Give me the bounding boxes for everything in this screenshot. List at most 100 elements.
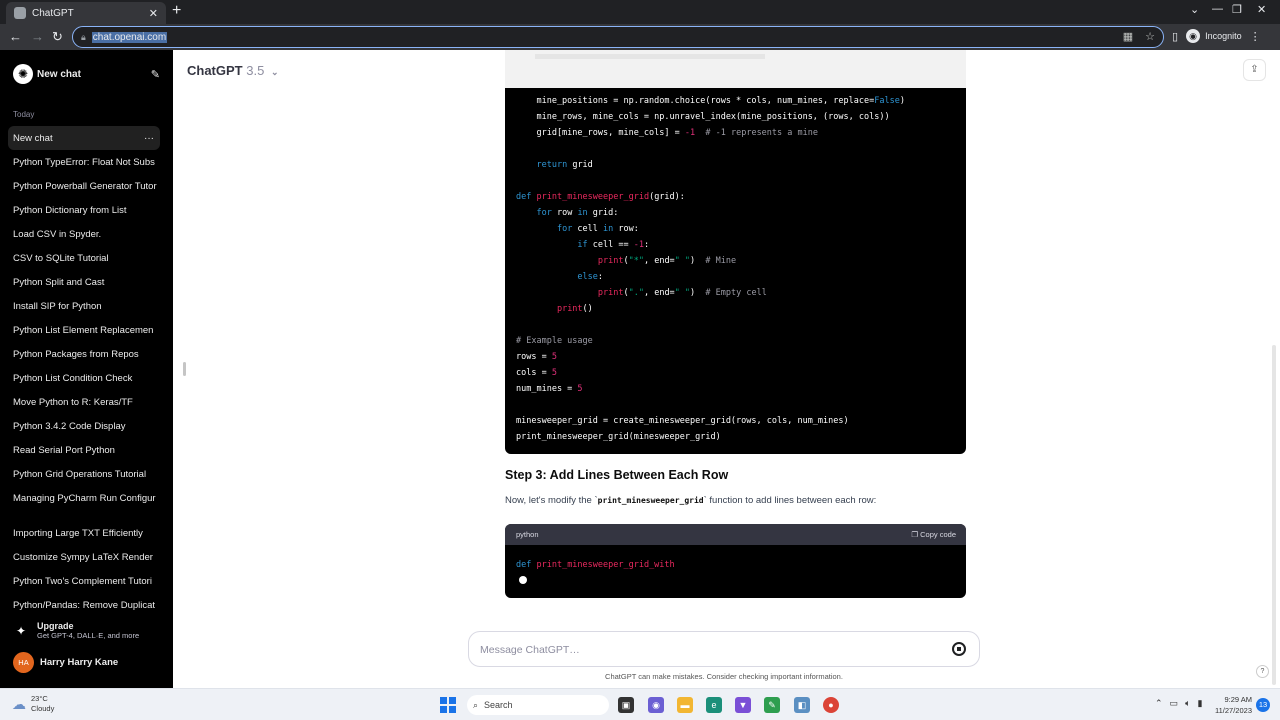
chat-item-label: New chat bbox=[13, 132, 53, 144]
search-icon: ⌕ bbox=[473, 699, 479, 710]
more-options-icon[interactable]: ··· bbox=[144, 133, 154, 144]
chat-item[interactable]: Python List Element Replacemen bbox=[8, 318, 160, 342]
chat-item[interactable]: Importing Large TXT Efficiently bbox=[8, 521, 160, 545]
chat-item[interactable]: Python TypeError: Float Not Subs bbox=[8, 150, 160, 174]
edge-browser-icon[interactable]: e bbox=[706, 697, 722, 713]
new-tab-button[interactable]: + bbox=[172, 3, 181, 19]
qr-code-icon[interactable]: ▦ bbox=[1123, 30, 1133, 43]
chat-item-label: Python Two's Complement Tutori bbox=[13, 575, 152, 587]
chat-item[interactable]: Python Packages from Repos bbox=[8, 342, 160, 366]
code-block: mine_positions = np.random.choice(rows *… bbox=[505, 50, 966, 454]
windows-start-icon[interactable] bbox=[440, 697, 456, 713]
chat-item-label: Python List Condition Check bbox=[13, 372, 133, 384]
chat-item[interactable]: Python Grid Operations Tutorial bbox=[8, 462, 160, 486]
app-icon-editor[interactable]: ◧ bbox=[794, 697, 810, 713]
system-tray: ⌃ ▭ 🔈︎ ▮ bbox=[1155, 698, 1202, 709]
cloud-icon: ☁ bbox=[12, 695, 26, 712]
upgrade-button[interactable]: ✦ Upgrade Get GPT-4, DALL·E, and more bbox=[13, 621, 139, 640]
back-icon[interactable]: ← bbox=[9, 29, 22, 45]
chevron-down-icon: ⌄ bbox=[270, 67, 279, 77]
address-bar[interactable]: 🔒︎ chat.openai.com ▦ ☆ bbox=[72, 26, 1164, 48]
app-icon-spreadsheet[interactable]: ✎ bbox=[764, 697, 780, 713]
chat-item-label: Python Packages from Repos bbox=[13, 348, 139, 360]
edit-icon[interactable]: ✎ bbox=[151, 68, 160, 81]
stop-generating-button[interactable] bbox=[952, 642, 966, 656]
forward-icon[interactable]: → bbox=[31, 29, 44, 45]
faded-message-area bbox=[505, 50, 966, 88]
chat-item[interactable]: Customize Sympy LaTeX Render bbox=[8, 545, 160, 569]
notification-badge[interactable]: 13 bbox=[1256, 698, 1270, 712]
disclaimer: ChatGPT can make mistakes. Consider chec… bbox=[605, 672, 843, 681]
step-heading: Step 3: Add Lines Between Each Row bbox=[505, 468, 729, 482]
close-tab-icon[interactable]: ✕ bbox=[149, 7, 158, 20]
model-version: 3.5 bbox=[246, 63, 265, 78]
chat-item[interactable]: Python 3.4.2 Code Display bbox=[8, 414, 160, 438]
taskbar-search[interactable]: ⌕ Search bbox=[467, 695, 609, 715]
bookmark-star-icon[interactable]: ☆ bbox=[1145, 30, 1155, 43]
openai-logo-icon: ✺ bbox=[13, 64, 33, 84]
chat-item-label: Install SIP for Python bbox=[13, 300, 102, 312]
reload-icon[interactable]: ↻ bbox=[52, 29, 63, 45]
tab-search-icon[interactable]: ⌄ bbox=[1190, 3, 1199, 16]
help-button[interactable]: ? bbox=[1256, 665, 1269, 678]
close-window-icon[interactable]: ✕ bbox=[1257, 3, 1266, 16]
chat-item[interactable]: Read Serial Port Python bbox=[8, 438, 160, 462]
chat-item[interactable]: Python Split and Cast bbox=[8, 270, 160, 294]
chat-item[interactable]: Load CSV in Spyder. bbox=[8, 222, 160, 246]
chat-item-label: Read Serial Port Python bbox=[13, 444, 115, 456]
maximize-icon[interactable]: ❐ bbox=[1232, 3, 1242, 16]
model-name: ChatGPT bbox=[187, 63, 243, 78]
minimize-icon[interactable]: — bbox=[1212, 3, 1223, 15]
message-composer[interactable] bbox=[468, 631, 980, 667]
chevron-up-icon[interactable]: ⌃ bbox=[1155, 698, 1163, 709]
task-view-icon[interactable]: ▣ bbox=[618, 697, 634, 713]
share-icon: ⇪ bbox=[1250, 64, 1259, 75]
para-text-before: Now, let's modify the ` bbox=[505, 495, 598, 506]
chat-item[interactable]: Python List Condition Check bbox=[8, 366, 160, 390]
network-icon[interactable]: ▭ bbox=[1170, 698, 1179, 709]
message-input[interactable] bbox=[480, 641, 920, 659]
windows-taskbar: ☁ 23°C Cloudy ⌕ Search ▣ ◉ ▬ e ▼ ✎ ◧ ● ⌃ … bbox=[0, 688, 1280, 720]
user-menu[interactable]: HA Harry Harry Kane bbox=[13, 652, 118, 673]
section-today: Today bbox=[13, 110, 35, 119]
incognito-indicator[interactable]: ◉ Incognito bbox=[1186, 29, 1242, 43]
sidebar: ✺ New chat ✎ Today New chat ··· Python Ty… bbox=[0, 50, 173, 688]
share-button[interactable]: ⇪ bbox=[1243, 59, 1266, 81]
weather-widget[interactable]: ☁ 23°C Cloudy bbox=[12, 694, 54, 714]
new-chat-button[interactable]: ✺ New chat ✎ bbox=[8, 60, 160, 88]
model-selector[interactable]: ChatGPT 3.5 ⌄ bbox=[187, 63, 279, 78]
clock[interactable]: 9:29 AM 11/27/2023 bbox=[1210, 694, 1252, 716]
app-icon-vpn[interactable]: ▼ bbox=[735, 697, 751, 713]
scrollbar[interactable] bbox=[1272, 345, 1276, 685]
chat-item[interactable]: Install SIP for Python bbox=[8, 294, 160, 318]
volume-icon[interactable]: 🔈︎ bbox=[1185, 698, 1190, 709]
file-explorer-icon[interactable]: ▬ bbox=[677, 697, 693, 713]
chat-item[interactable]: Python Two's Complement Tutori bbox=[8, 569, 160, 593]
chat-item[interactable]: Move Python to R: Keras/TF bbox=[8, 390, 160, 414]
chrome-icon[interactable]: ● bbox=[823, 697, 839, 713]
url-text[interactable]: chat.openai.com bbox=[91, 31, 168, 43]
chat-item[interactable]: Python Dictionary from List bbox=[8, 198, 160, 222]
battery-icon[interactable]: ▮ bbox=[1197, 698, 1202, 709]
chat-item-label: Customize Sympy LaTeX Render bbox=[13, 551, 153, 563]
code-language: python bbox=[516, 530, 539, 539]
side-panel-icon[interactable]: ▯ bbox=[1172, 30, 1178, 43]
faded-text bbox=[535, 54, 765, 59]
user-name: Harry Harry Kane bbox=[40, 657, 119, 668]
chat-item[interactable]: CSV to SQLite Tutorial bbox=[8, 246, 160, 270]
browser-tab[interactable]: ChatGPT ✕ bbox=[6, 2, 166, 24]
chat-item[interactable]: Python Powerball Generator Tutor bbox=[8, 174, 160, 198]
chat-item[interactable]: New chat ··· bbox=[8, 126, 160, 150]
chat-app-icon[interactable]: ◉ bbox=[648, 697, 664, 713]
chat-item-label: Python/Pandas: Remove Duplicat bbox=[13, 599, 156, 611]
clock-time: 9:29 AM bbox=[1224, 695, 1252, 704]
chat-item-label: Python Dictionary from List bbox=[13, 204, 127, 216]
sidebar-collapse-handle[interactable] bbox=[183, 362, 186, 376]
chat-item[interactable]: Managing PyCharm Run Configur bbox=[8, 486, 160, 510]
taskbar-search-label: Search bbox=[484, 700, 513, 710]
lock-icon: 🔒︎ bbox=[81, 31, 86, 42]
browser-menu-icon[interactable]: ⋮ bbox=[1250, 30, 1261, 43]
copy-code-button[interactable]: ❐ Copy code bbox=[911, 530, 956, 539]
incognito-label: Incognito bbox=[1205, 31, 1242, 41]
chat-item[interactable]: Python/Pandas: Remove Duplicat bbox=[8, 593, 160, 617]
